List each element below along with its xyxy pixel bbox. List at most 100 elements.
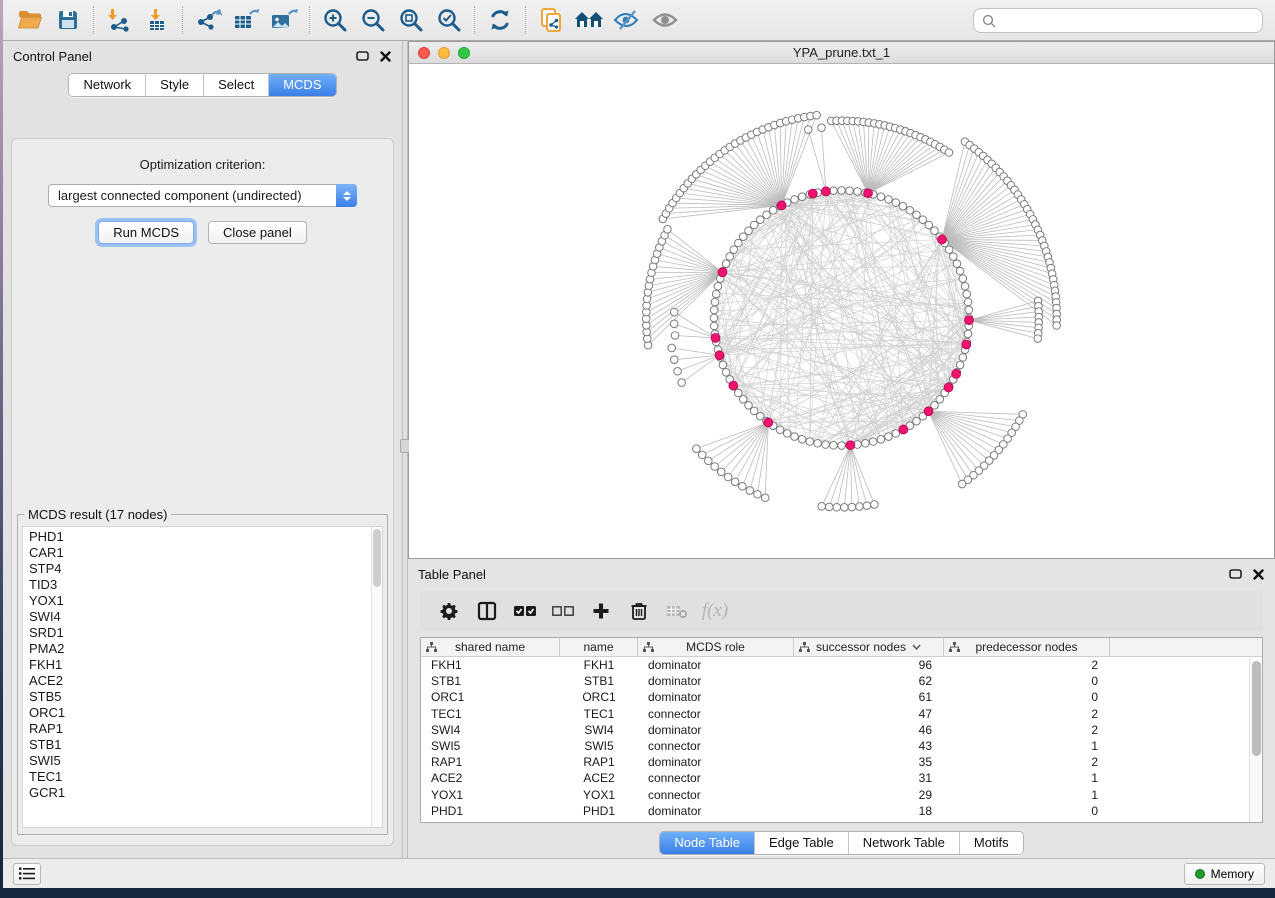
search-field[interactable] [973, 8, 1263, 33]
export-network-button[interactable] [189, 3, 227, 37]
table-row-ORC1[interactable]: ORC1ORC1dominator610 [421, 689, 1262, 705]
table-tab-node-table[interactable]: Node Table [660, 832, 755, 854]
run-mcds-button[interactable]: Run MCDS [98, 221, 194, 244]
cell-successor-nodes: 61 [794, 690, 944, 704]
mcds-result-node[interactable]: FKH1 [29, 657, 371, 673]
mcds-result-node[interactable]: GCR1 [29, 785, 371, 801]
tab-network[interactable]: Network [69, 74, 146, 96]
table-tab-edge-table[interactable]: Edge Table [755, 832, 849, 854]
refresh-view-button[interactable] [481, 3, 519, 37]
select-all-icon [513, 604, 537, 618]
open-folder-icon [17, 9, 43, 31]
cell-shared-name: TEC1 [421, 707, 560, 721]
cytoscape-window: Control Panel NetworkStyleSelectMCDS Opt… [3, 0, 1275, 888]
delete-columns-button[interactable] [620, 595, 658, 627]
table-row-SWI4[interactable]: SWI4SWI4dominator462 [421, 722, 1262, 738]
table-scrollbar[interactable] [1249, 658, 1262, 822]
table-row-PHD1[interactable]: PHD1PHD1dominator180 [421, 803, 1262, 819]
column-header-name[interactable]: name [560, 638, 638, 656]
float-table-panel-icon[interactable] [1229, 568, 1242, 580]
delete-table-button[interactable] [658, 595, 696, 627]
cell-shared-name: FKH1 [421, 658, 560, 672]
mcds-result-node[interactable]: YOX1 [29, 593, 371, 609]
save-session-button[interactable] [49, 3, 87, 37]
deselect-all-icon [551, 604, 575, 618]
table-row-FKH1[interactable]: FKH1FKH1dominator962 [421, 657, 1262, 673]
optimization-criterion-label: Optimization criterion: [12, 157, 393, 172]
import-network-button[interactable] [100, 3, 138, 37]
node-table: shared namenameMCDS rolesuccessor nodesp… [420, 637, 1263, 823]
table-row-TEC1[interactable]: TEC1TEC1connector472 [421, 706, 1262, 722]
zoom-fit-button[interactable] [392, 3, 430, 37]
cell-shared-name: SWI5 [421, 739, 560, 753]
toolbar-separator [525, 6, 526, 34]
search-input[interactable] [1002, 13, 1254, 28]
column-header-successor-nodes[interactable]: successor nodes [794, 638, 944, 656]
task-history-button[interactable] [13, 863, 41, 885]
cell-name: SWI4 [560, 723, 638, 737]
memory-button[interactable]: Memory [1184, 863, 1265, 885]
table-tab-motifs[interactable]: Motifs [960, 832, 1023, 854]
column-header-predecessor-nodes[interactable]: predecessor nodes [944, 638, 1110, 656]
mcds-result-node[interactable]: SWI5 [29, 753, 371, 769]
deselect-all-button[interactable] [544, 595, 582, 627]
mcds-list-scrollbar[interactable] [371, 527, 382, 827]
select-all-button[interactable] [506, 595, 544, 627]
export-table-icon [232, 8, 260, 32]
cell-MCDS-role: dominator [638, 658, 794, 672]
mcds-result-node[interactable]: PMA2 [29, 641, 371, 657]
export-image-button[interactable] [265, 3, 303, 37]
mcds-result-node[interactable]: STB1 [29, 737, 371, 753]
zoom-in-button[interactable] [316, 3, 354, 37]
new-column-button[interactable] [582, 595, 620, 627]
table-tabs: Node TableEdge TableNetwork TableMotifs [659, 831, 1023, 855]
mcds-result-node[interactable]: CAR1 [29, 545, 371, 561]
show-hide-columns-button[interactable] [468, 595, 506, 627]
optimization-criterion-select[interactable]: largest connected component (undirected) [48, 184, 357, 207]
table-row-YOX1[interactable]: YOX1YOX1connector291 [421, 787, 1262, 803]
control-panel-tabs: NetworkStyleSelectMCDS [68, 73, 336, 97]
close-table-panel-icon[interactable] [1252, 568, 1265, 580]
mcds-result-node[interactable]: STP4 [29, 561, 371, 577]
mcds-result-node[interactable]: PHD1 [29, 529, 371, 545]
table-mode-button[interactable] [430, 595, 468, 627]
import-table-button[interactable] [138, 3, 176, 37]
mcds-result-node[interactable]: SRD1 [29, 625, 371, 641]
column-header-MCDS-role[interactable]: MCDS role [638, 638, 794, 656]
close-panel-button[interactable]: Close panel [208, 221, 307, 244]
new-network-from-selection-button[interactable] [532, 3, 570, 37]
table-row-RAP1[interactable]: RAP1RAP1dominator352 [421, 754, 1262, 770]
tab-select[interactable]: Select [204, 74, 269, 96]
zoom-selected-button[interactable] [430, 3, 468, 37]
mcds-result-node[interactable]: SWI4 [29, 609, 371, 625]
zoom-out-button[interactable] [354, 3, 392, 37]
mcds-result-node[interactable]: STB5 [29, 689, 371, 705]
mcds-result-node[interactable]: ORC1 [29, 705, 371, 721]
mcds-result-node[interactable]: ACE2 [29, 673, 371, 689]
network-window: YPA_prune.txt_1 [408, 41, 1275, 559]
first-neighbors-button[interactable] [570, 3, 608, 37]
mcds-result-node[interactable]: RAP1 [29, 721, 371, 737]
mcds-result-node[interactable]: TEC1 [29, 769, 371, 785]
table-tab-network-table[interactable]: Network Table [849, 832, 960, 854]
show-all-eye-icon [651, 9, 679, 31]
toolbar-separator [474, 6, 475, 34]
show-all-button[interactable] [646, 3, 684, 37]
float-panel-icon[interactable] [356, 50, 369, 62]
status-bar: Memory [3, 858, 1275, 888]
network-canvas[interactable] [409, 64, 1274, 558]
table-row-STB1[interactable]: STB1STB1dominator620 [421, 673, 1262, 689]
table-row-ACE2[interactable]: ACE2ACE2connector311 [421, 770, 1262, 786]
close-panel-icon[interactable] [379, 50, 392, 62]
mcds-result-node[interactable]: TID3 [29, 577, 371, 593]
export-table-button[interactable] [227, 3, 265, 37]
column-header-shared-name[interactable]: shared name [421, 638, 560, 656]
open-file-button[interactable] [11, 3, 49, 37]
tab-style[interactable]: Style [146, 74, 204, 96]
cell-predecessor-nodes: 0 [944, 690, 1110, 704]
table-row-SWI5[interactable]: SWI5SWI5connector431 [421, 738, 1262, 754]
hide-selected-button[interactable] [608, 3, 646, 37]
function-builder-button[interactable]: f(x) [696, 595, 734, 627]
mcds-result-group: MCDS result (17 nodes) PHD1CAR1STP4TID3Y… [17, 507, 388, 835]
tab-mcds[interactable]: MCDS [269, 74, 335, 96]
